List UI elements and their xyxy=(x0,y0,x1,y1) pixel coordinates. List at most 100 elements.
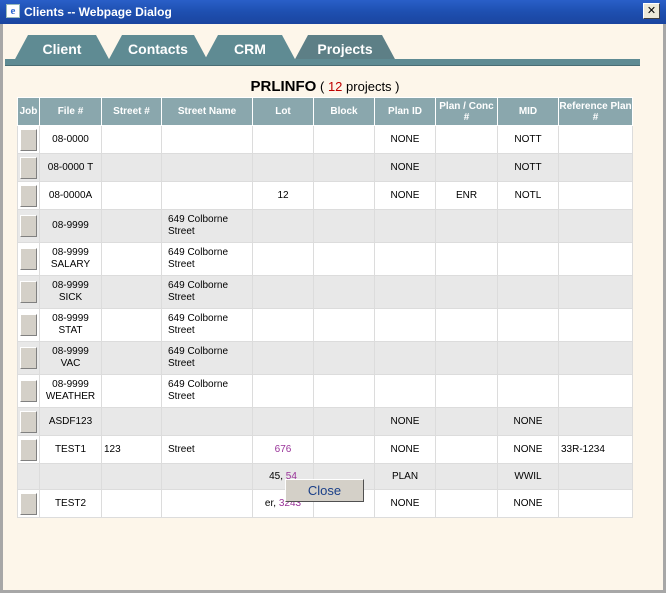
lot-value: 12 xyxy=(277,189,289,201)
table-row: 08-9999 SICK 649 Colborne Street xyxy=(17,275,633,309)
table-row: ASDF123 NONE NONE xyxy=(17,407,633,436)
plan-id-cell: NONE xyxy=(374,125,436,154)
street-name-cell: 649 Colborne Street xyxy=(161,341,253,375)
street-number-cell xyxy=(101,125,162,154)
street-name-cell xyxy=(161,181,253,210)
job-button[interactable] xyxy=(20,347,37,369)
file-cell: 08-9999 WEATHER xyxy=(39,374,102,408)
job-cell xyxy=(17,308,40,342)
job-button[interactable] xyxy=(20,314,37,336)
mid-cell: NOTT xyxy=(497,125,559,154)
plan-conc-cell xyxy=(435,489,498,518)
street-name-cell xyxy=(161,463,253,490)
job-button[interactable] xyxy=(20,380,37,402)
close-button[interactable]: Close xyxy=(285,479,364,502)
reference-plan-cell xyxy=(558,308,633,342)
street-number-cell xyxy=(101,242,162,276)
job-button[interactable] xyxy=(20,215,37,237)
job-button[interactable] xyxy=(20,248,37,270)
job-cell xyxy=(17,489,40,518)
plan-conc-cell xyxy=(435,374,498,408)
mid-cell: NOTL xyxy=(497,181,559,210)
job-button[interactable] xyxy=(20,128,37,151)
plan-id-cell xyxy=(374,308,436,342)
block-cell xyxy=(313,407,375,436)
reference-plan-cell xyxy=(558,242,633,276)
block-cell xyxy=(313,374,375,408)
plan-conc-cell xyxy=(435,209,498,243)
close-window-button[interactable]: ✕ xyxy=(643,3,660,19)
reference-plan-cell xyxy=(558,181,633,210)
file-cell: 08-9999 SALARY xyxy=(39,242,102,276)
lot-cell xyxy=(252,308,314,342)
col-header: Job xyxy=(17,97,40,126)
plan-id-cell xyxy=(374,374,436,408)
street-name-cell xyxy=(161,153,253,182)
tab-client[interactable]: Client xyxy=(14,35,110,61)
file-cell: 08-0000A xyxy=(39,181,102,210)
col-header: File # xyxy=(39,97,102,126)
block-cell xyxy=(313,275,375,309)
street-name-cell xyxy=(161,125,253,154)
mid-cell xyxy=(497,275,559,309)
mid-cell: NONE xyxy=(497,489,559,518)
job-cell xyxy=(17,407,40,436)
plan-id-cell xyxy=(374,209,436,243)
lot-cell: 676 xyxy=(252,435,314,464)
street-name-cell: Street xyxy=(161,435,253,464)
block-cell xyxy=(313,341,375,375)
street-name-cell: 649 Colborne Street xyxy=(161,374,253,408)
lot-cell xyxy=(252,153,314,182)
mid-cell xyxy=(497,209,559,243)
lot-cell xyxy=(252,275,314,309)
job-cell xyxy=(17,374,40,408)
lot-cell xyxy=(252,125,314,154)
street-number-cell: 123 xyxy=(101,435,162,464)
street-number-cell xyxy=(101,374,162,408)
project-count: 12 xyxy=(327,79,343,94)
street-name-cell xyxy=(161,407,253,436)
lot-cell: 12 xyxy=(252,181,314,210)
job-button[interactable] xyxy=(20,438,37,461)
street-number-cell xyxy=(101,209,162,243)
job-cell xyxy=(17,275,40,309)
street-number-cell xyxy=(101,275,162,309)
job-button[interactable] xyxy=(20,410,37,433)
tab-crm[interactable]: CRM xyxy=(204,35,296,61)
mid-cell: NONE xyxy=(497,435,559,464)
reference-plan-cell xyxy=(558,209,633,243)
job-button[interactable] xyxy=(20,156,37,179)
table-row: 08-9999 STAT 649 Colborne Street xyxy=(17,308,633,342)
plan-conc-cell xyxy=(435,463,498,490)
plan-id-cell xyxy=(374,275,436,309)
tab-projects[interactable]: Projects xyxy=(294,35,396,61)
street-number-cell xyxy=(101,489,162,518)
plan-id-cell xyxy=(374,341,436,375)
block-cell xyxy=(313,181,375,210)
plan-conc-cell xyxy=(435,153,498,182)
plan-id-cell: NONE xyxy=(374,153,436,182)
plan-id-cell: NONE xyxy=(374,435,436,464)
plan-conc-cell xyxy=(435,435,498,464)
lot-cell xyxy=(252,407,314,436)
table-row: 08-0000A 12 NONE ENR NOTL xyxy=(17,181,633,210)
job-cell xyxy=(17,153,40,182)
mid-cell: NONE xyxy=(497,407,559,436)
plan-id-cell: NONE xyxy=(374,489,436,518)
col-header: Plan / Conc # xyxy=(435,97,498,126)
file-cell: TEST1 xyxy=(39,435,102,464)
reference-plan-cell: 33R-1234 xyxy=(558,435,633,464)
job-button[interactable] xyxy=(20,281,37,303)
plan-id-cell: NONE xyxy=(374,181,436,210)
tab-contacts[interactable]: Contacts xyxy=(108,35,208,61)
table-row: 08-0000 NONE NOTT xyxy=(17,125,633,154)
file-cell: 08-0000 T xyxy=(39,153,102,182)
plan-id-cell: NONE xyxy=(374,407,436,436)
job-button[interactable] xyxy=(20,184,37,207)
plan-conc-cell xyxy=(435,242,498,276)
job-cell xyxy=(17,242,40,276)
window-title: Clients -- Webpage Dialog xyxy=(24,5,172,19)
lot-link[interactable]: 676 xyxy=(275,444,292,455)
mid-cell xyxy=(497,374,559,408)
job-button[interactable] xyxy=(20,492,37,515)
